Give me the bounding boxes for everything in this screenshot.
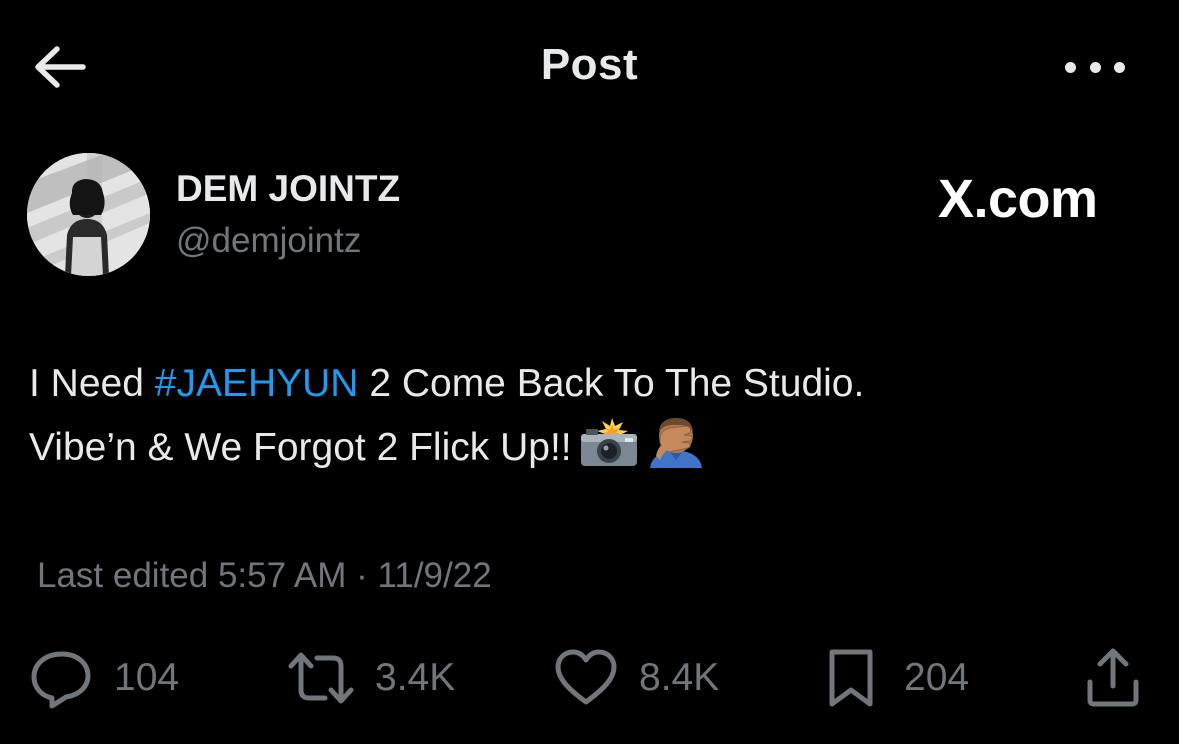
more-dot bbox=[1089, 61, 1101, 73]
heart-icon bbox=[555, 649, 617, 705]
author-display-name[interactable]: DEM JOINTZ bbox=[176, 168, 400, 210]
bookmark-button[interactable]: 204 bbox=[818, 645, 969, 711]
hashtag-link[interactable]: #JAEHYUN bbox=[155, 362, 359, 405]
reply-count: 104 bbox=[114, 656, 180, 699]
post-text: I Need #JAEHYUN 2 Come Back To The Studi… bbox=[29, 352, 1149, 488]
share-icon bbox=[1087, 648, 1139, 707]
more-dot bbox=[1114, 61, 1125, 73]
more-horizontal-icon bbox=[1065, 61, 1076, 73]
post-line-1: I Need #JAEHYUN 2 Come Back To The Studi… bbox=[29, 352, 1149, 416]
repost-button[interactable]: 3.4K bbox=[287, 645, 455, 711]
reply-icon bbox=[31, 651, 91, 709]
bookmark-count: 204 bbox=[904, 656, 970, 699]
post-text-start: I Need bbox=[29, 362, 155, 405]
repost-icon bbox=[288, 652, 354, 704]
share-button[interactable] bbox=[1080, 645, 1146, 711]
bookmark-icon bbox=[829, 649, 873, 707]
avatar[interactable] bbox=[27, 153, 150, 276]
face-palm-emoji bbox=[646, 416, 706, 488]
page-title: Post bbox=[540, 40, 639, 89]
post-text-line2: Vibe’n & We Forgot 2 Flick Up!! bbox=[29, 426, 572, 469]
repost-count: 3.4K bbox=[375, 656, 456, 699]
action-bar: 104 3.4K 8.4K 204 bbox=[0, 645, 1179, 715]
more-options-button[interactable] bbox=[1060, 52, 1130, 82]
post-line-2: Vibe’n & We Forgot 2 Flick Up!! bbox=[29, 416, 1149, 488]
top-bar: Post bbox=[0, 0, 1179, 130]
reply-button[interactable]: 104 bbox=[28, 645, 179, 711]
x-com-watermark: X.com bbox=[938, 169, 1098, 229]
like-count: 8.4K bbox=[639, 656, 720, 699]
post-timestamp: Last edited 5:57 AM · 11/9/22 bbox=[37, 556, 492, 595]
post-text-rest: 2 Come Back To The Studio. bbox=[358, 362, 865, 405]
camera-with-flash-emoji bbox=[578, 416, 640, 488]
like-button[interactable]: 8.4K bbox=[553, 645, 719, 711]
author-handle[interactable]: @demjointz bbox=[176, 221, 361, 261]
avatar-photo bbox=[27, 153, 150, 276]
